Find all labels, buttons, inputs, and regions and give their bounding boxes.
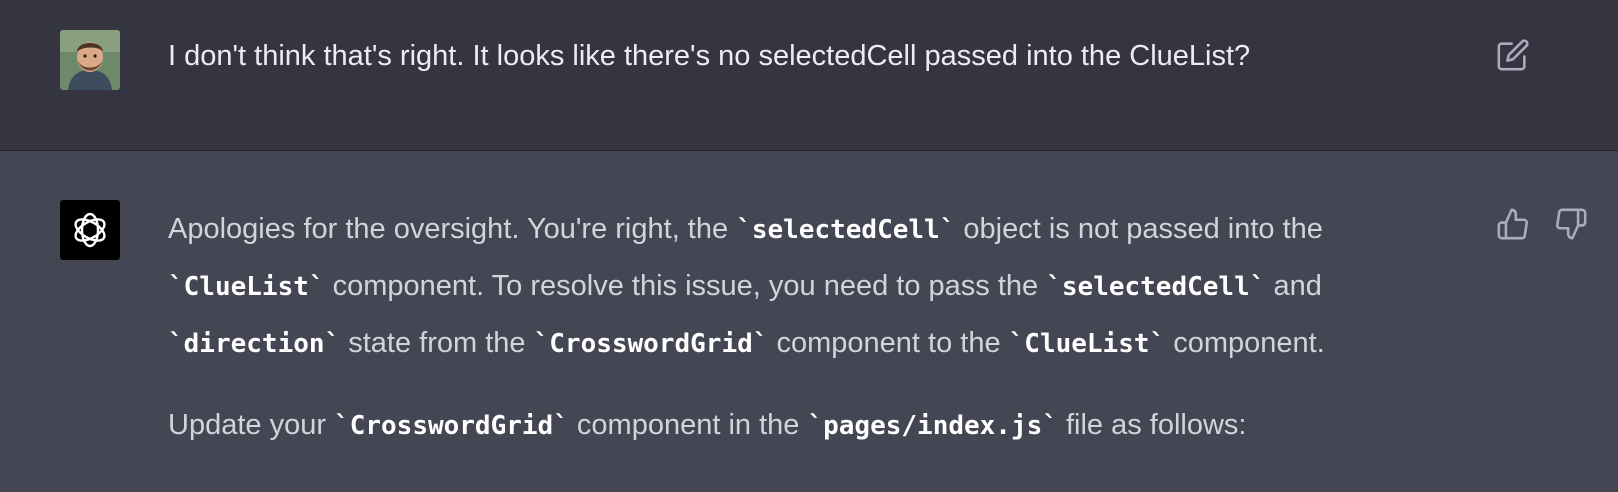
user-message-text: I don't think that's right. It looks lik…	[168, 40, 1251, 72]
text-segment: component. To resolve this issue, you ne…	[324, 270, 1047, 302]
inline-code: `pages/index.js`	[807, 411, 1058, 441]
text-segment: component to the	[768, 327, 1009, 359]
inline-code: `ClueList`	[1008, 329, 1166, 359]
thumbs-up-button[interactable]	[1496, 207, 1530, 241]
inline-code: `CrosswordGrid`	[533, 329, 769, 359]
assistant-paragraph-2: Update your `CrosswordGrid` component in…	[168, 397, 1488, 454]
assistant-avatar	[60, 200, 120, 260]
user-avatar	[60, 30, 120, 90]
openai-logo-icon	[74, 212, 106, 248]
text-segment: Update your	[168, 409, 335, 441]
assistant-paragraph-1: Apologies for the oversight. You're righ…	[168, 201, 1488, 372]
assistant-message-row: Apologies for the oversight. You're righ…	[0, 151, 1618, 492]
text-segment: state from the	[340, 327, 534, 359]
text-segment: component.	[1165, 327, 1325, 359]
inline-code: `ClueList`	[168, 272, 325, 302]
inline-code: `direction`	[168, 329, 341, 359]
edit-message-button[interactable]	[1496, 38, 1530, 72]
user-message-row: I don't think that's right. It looks lik…	[0, 0, 1618, 151]
text-segment: component in the	[568, 409, 808, 441]
text-segment: Apologies for the oversight. You're righ…	[168, 213, 737, 245]
inline-code: `selectedCell`	[736, 215, 956, 245]
thumbs-down-button[interactable]	[1554, 207, 1588, 241]
thumbs-up-icon	[1497, 208, 1528, 240]
inline-code: `CrosswordGrid`	[334, 411, 569, 441]
inline-code: `selectedCell`	[1046, 272, 1266, 302]
user-photo-icon	[60, 30, 120, 90]
text-segment: and	[1265, 270, 1322, 302]
edit-icon	[1497, 39, 1529, 71]
text-segment: object is not passed into the	[955, 213, 1323, 245]
text-segment: file as follows:	[1057, 409, 1247, 441]
thumbs-down-icon	[1556, 208, 1587, 240]
